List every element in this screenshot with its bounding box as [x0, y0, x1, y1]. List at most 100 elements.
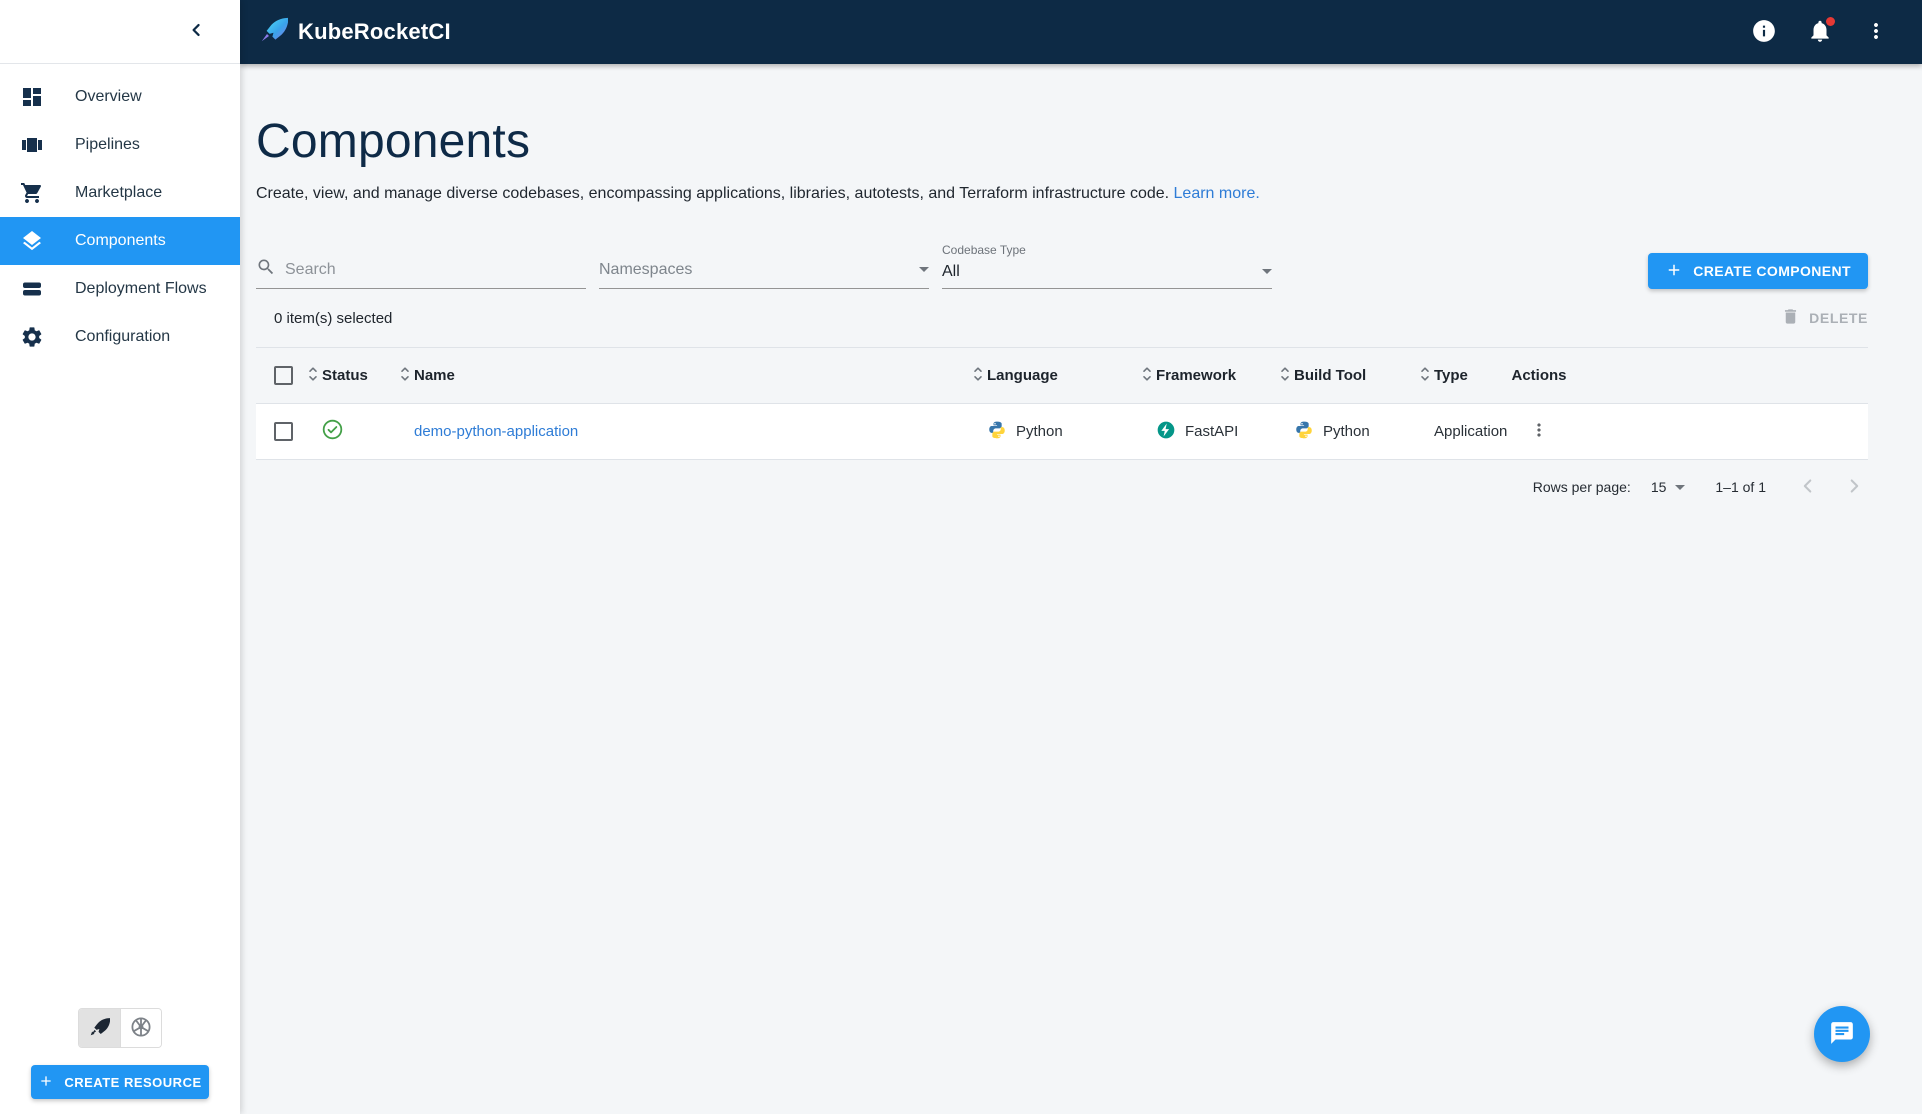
- kubernetes-view-toggle[interactable]: [119, 1009, 161, 1047]
- create-resource-button[interactable]: CREATE RESOURCE: [31, 1065, 209, 1099]
- sidebar-item-overview[interactable]: Overview: [0, 73, 240, 121]
- sidebar-item-label: Configuration: [75, 328, 171, 345]
- sort-icon[interactable]: [308, 366, 318, 386]
- rocket-view-toggle[interactable]: [79, 1009, 120, 1047]
- python-icon: [1294, 420, 1314, 444]
- pipelines-icon: [20, 133, 44, 157]
- sort-icon[interactable]: [1142, 366, 1152, 386]
- rows-per-page-select[interactable]: 15: [1651, 479, 1686, 495]
- framework-label: FastAPI: [1185, 423, 1239, 440]
- selection-bar: 0 item(s) selected DELETE: [256, 289, 1868, 347]
- fastapi-icon: [1156, 420, 1176, 444]
- notification-badge: [1826, 17, 1835, 26]
- sort-icon[interactable]: [1420, 366, 1430, 386]
- learn-more-link[interactable]: Learn more.: [1174, 185, 1260, 202]
- table-header-row: Status Name Language Framework Build Too…: [256, 348, 1868, 404]
- gear-icon: [20, 325, 44, 349]
- sidebar-item-components[interactable]: Components: [0, 217, 240, 265]
- row-actions-button[interactable]: [1523, 416, 1555, 448]
- column-header-type: Type: [1416, 366, 1504, 386]
- sidebar-item-deployment-flows[interactable]: Deployment Flows: [0, 265, 240, 313]
- column-header-framework: Framework: [1138, 366, 1276, 386]
- sidebar-item-configuration[interactable]: Configuration: [0, 313, 240, 361]
- page-title: Components: [256, 115, 531, 168]
- chevron-down-icon: [1675, 484, 1686, 490]
- column-header-build-tool: Build Tool: [1276, 366, 1416, 386]
- build-tool-cell: Python: [1276, 420, 1416, 444]
- dashboard-icon: [20, 85, 44, 109]
- page-description: Create, view, and manage diverse codebas…: [256, 185, 1868, 203]
- select-all-checkbox[interactable]: [274, 366, 293, 385]
- create-resource-label: CREATE RESOURCE: [64, 1074, 202, 1090]
- codebase-type-value: All: [942, 262, 960, 280]
- page-description-text: Create, view, and manage diverse codebas…: [256, 185, 1170, 202]
- codebase-type-select[interactable]: All: [942, 259, 1272, 289]
- topbar-actions: [1748, 16, 1892, 48]
- trash-icon: [1781, 307, 1800, 329]
- main-area: KubeRocketCI Components Create, view, an…: [240, 0, 1922, 1114]
- previous-page-button[interactable]: [1794, 473, 1822, 501]
- search-icon: [256, 257, 276, 282]
- name-cell: demo-python-application: [396, 423, 969, 440]
- info-icon: [1751, 18, 1777, 47]
- info-button[interactable]: [1748, 16, 1780, 48]
- python-icon: [987, 420, 1007, 444]
- notifications-button[interactable]: [1804, 16, 1836, 48]
- sidebar-header: [0, 0, 240, 64]
- brand: KubeRocketCI: [258, 15, 451, 50]
- more-menu-button[interactable]: [1860, 16, 1892, 48]
- sidebar-item-label: Components: [75, 232, 166, 249]
- language-cell: Python: [969, 420, 1138, 444]
- rows-per-page-value: 15: [1650, 479, 1667, 495]
- search-input[interactable]: [285, 260, 586, 279]
- codebase-type-label: Codebase Type: [942, 243, 1026, 257]
- sidebar-item-pipelines[interactable]: Pipelines: [0, 121, 240, 169]
- namespaces-select[interactable]: Namespaces: [599, 255, 929, 289]
- create-component-label: CREATE COMPONENT: [1693, 263, 1851, 279]
- row-checkbox[interactable]: [274, 422, 293, 441]
- chevron-right-icon: [1843, 475, 1865, 500]
- sort-icon[interactable]: [973, 366, 983, 386]
- kubernetes-wheel-icon: [129, 1015, 153, 1042]
- chevron-down-icon: [919, 267, 929, 272]
- kebab-icon: [1864, 19, 1888, 46]
- row-checkbox-cell: [256, 422, 304, 441]
- component-link[interactable]: demo-python-application: [414, 423, 578, 440]
- column-header-status: Status: [304, 366, 396, 386]
- table-row: demo-python-application Python FastAPI P…: [256, 404, 1868, 460]
- codebase-type-field: Codebase Type All: [942, 243, 1272, 289]
- type-cell: Application: [1416, 423, 1508, 440]
- stacked-bars-icon: [20, 277, 44, 301]
- plus-icon: [1665, 261, 1683, 282]
- rows-per-page-label: Rows per page:: [1532, 479, 1631, 495]
- top-app-bar: KubeRocketCI: [240, 0, 1922, 64]
- column-header-language: Language: [969, 366, 1138, 386]
- sidebar-nav: Overview Pipelines Marketplace Component…: [0, 73, 240, 361]
- sort-icon[interactable]: [1280, 366, 1290, 386]
- status-cell: [304, 419, 396, 444]
- search-field: [256, 255, 586, 289]
- namespaces-select-label: Namespaces: [599, 260, 693, 278]
- chevron-left-icon: [187, 21, 205, 42]
- sidebar-item-marketplace[interactable]: Marketplace: [0, 169, 240, 217]
- chat-fab-button[interactable]: [1814, 1006, 1870, 1062]
- plus-icon: [38, 1073, 54, 1092]
- actions-cell: [1504, 416, 1574, 448]
- sidebar-item-label: Pipelines: [75, 136, 140, 153]
- delete-button[interactable]: DELETE: [1781, 307, 1868, 329]
- chat-icon: [1829, 1020, 1855, 1049]
- framework-cell: FastAPI: [1138, 420, 1276, 444]
- sort-icon[interactable]: [400, 366, 410, 386]
- sidebar-collapse-button[interactable]: [180, 16, 212, 48]
- language-label: Python: [1016, 423, 1063, 440]
- kebab-icon: [1529, 420, 1549, 443]
- app-title: KubeRocketCI: [298, 19, 451, 44]
- type-label: Application: [1434, 423, 1508, 440]
- sidebar-footer: CREATE RESOURCE: [0, 1008, 240, 1114]
- sidebar-item-label: Deployment Flows: [75, 280, 207, 297]
- status-success-icon: [322, 419, 343, 444]
- build-tool-label: Python: [1323, 423, 1370, 440]
- create-component-button[interactable]: CREATE COMPONENT: [1648, 253, 1868, 289]
- delete-label: DELETE: [1809, 310, 1868, 326]
- next-page-button[interactable]: [1840, 473, 1868, 501]
